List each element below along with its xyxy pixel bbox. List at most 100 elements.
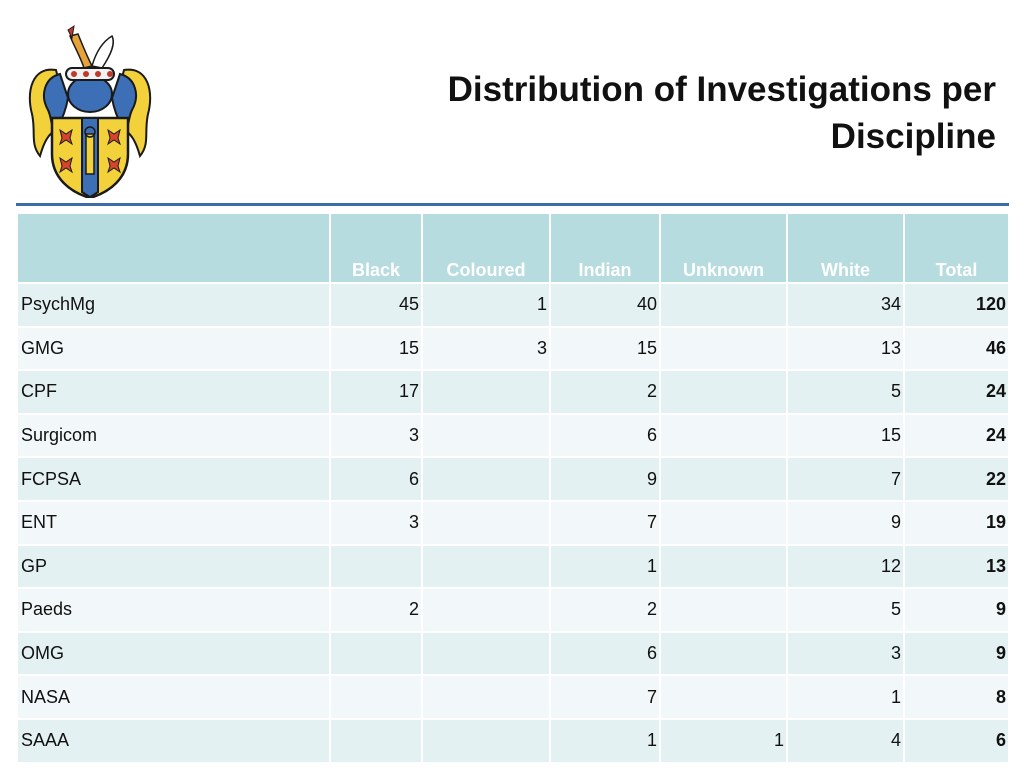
value-cell [421, 543, 551, 590]
total-cell: 120 [903, 282, 1010, 328]
slide-title: Distribution of Investigations per Disci… [356, 66, 996, 160]
value-cell: 1 [549, 543, 661, 590]
value-cell: 40 [549, 282, 661, 328]
total-cell: 24 [903, 369, 1010, 415]
value-cell [421, 369, 551, 415]
discipline-cell: Paeds [16, 587, 331, 633]
value-cell [659, 630, 788, 677]
total-cell: 46 [903, 325, 1010, 372]
value-cell: 15 [549, 325, 661, 372]
total-cell: 19 [903, 499, 1010, 546]
value-cell: 45 [329, 282, 423, 328]
value-cell [659, 543, 788, 590]
table-row: ENT 3 7 9 19 [16, 499, 1010, 546]
value-cell: 7 [786, 456, 905, 502]
table-row: NASA 7 1 8 [16, 674, 1010, 720]
title-divider [16, 203, 1009, 206]
table-row: OMG 6 3 9 [16, 630, 1010, 677]
value-cell [329, 543, 423, 590]
value-cell: 2 [549, 369, 661, 415]
column-header: Unknown [659, 212, 788, 284]
total-cell: 8 [903, 674, 1010, 720]
table-row: PsychMg 45 1 40 34 120 [16, 282, 1010, 328]
value-cell [659, 325, 788, 372]
value-cell [659, 674, 788, 720]
column-header: Coloured [421, 212, 551, 284]
crest-logo [28, 24, 152, 198]
value-cell: 6 [549, 630, 661, 677]
value-cell [421, 717, 551, 764]
value-cell [421, 674, 551, 720]
total-cell: 24 [903, 412, 1010, 459]
value-cell: 7 [549, 674, 661, 720]
table-row: Paeds 2 2 5 9 [16, 587, 1010, 633]
value-cell [329, 630, 423, 677]
value-cell [421, 630, 551, 677]
discipline-cell: GP [16, 543, 331, 590]
value-cell: 13 [786, 325, 905, 372]
value-cell: 3 [421, 325, 551, 372]
discipline-cell: GMG [16, 325, 331, 372]
total-cell: 9 [903, 630, 1010, 677]
value-cell: 1 [786, 674, 905, 720]
discipline-cell: SAAA [16, 717, 331, 764]
value-cell: 4 [786, 717, 905, 764]
value-cell: 6 [549, 412, 661, 459]
value-cell: 2 [329, 587, 423, 633]
discipline-cell: Surgicom [16, 412, 331, 459]
value-cell: 5 [786, 369, 905, 415]
value-cell: 17 [329, 369, 423, 415]
discipline-cell: PsychMg [16, 282, 331, 328]
total-cell: 9 [903, 587, 1010, 633]
value-cell: 2 [549, 587, 661, 633]
value-cell [659, 499, 788, 546]
column-header: Black [329, 212, 423, 284]
discipline-cell: OMG [16, 630, 331, 677]
discipline-cell: ENT [16, 499, 331, 546]
value-cell [421, 499, 551, 546]
column-header: White [786, 212, 905, 284]
value-cell [329, 717, 423, 764]
value-cell [421, 412, 551, 459]
value-cell [329, 674, 423, 720]
column-header: Total [903, 212, 1010, 284]
value-cell [659, 456, 788, 502]
discipline-cell: FCPSA [16, 456, 331, 502]
discipline-cell: NASA [16, 674, 331, 720]
value-cell: 12 [786, 543, 905, 590]
table-row: GP 1 12 13 [16, 543, 1010, 590]
value-cell: 15 [786, 412, 905, 459]
value-cell: 1 [659, 717, 788, 764]
slide-title-line-1: Distribution of Investigations per [447, 70, 996, 109]
value-cell [659, 369, 788, 415]
value-cell: 9 [786, 499, 905, 546]
table-row: Surgicom 3 6 15 24 [16, 412, 1010, 459]
value-cell: 6 [329, 456, 423, 502]
table-row: SAAA 1 1 4 6 [16, 717, 1010, 764]
value-cell: 1 [549, 717, 661, 764]
value-cell: 15 [329, 325, 423, 372]
total-cell: 13 [903, 543, 1010, 590]
value-cell: 9 [549, 456, 661, 502]
value-cell: 3 [329, 499, 423, 546]
value-cell: 1 [421, 282, 551, 328]
value-cell [659, 412, 788, 459]
value-cell: 7 [549, 499, 661, 546]
investigations-table: Black Coloured Indian Unknown White Tota… [16, 212, 1010, 764]
value-cell [659, 282, 788, 328]
value-cell: 3 [786, 630, 905, 677]
value-cell [421, 587, 551, 633]
value-cell: 34 [786, 282, 905, 328]
table-row: CPF 17 2 5 24 [16, 369, 1010, 415]
total-cell: 22 [903, 456, 1010, 502]
value-cell: 5 [786, 587, 905, 633]
value-cell: 3 [329, 412, 423, 459]
table-header-row: Black Coloured Indian Unknown White Tota… [16, 212, 1010, 284]
column-header [16, 212, 331, 284]
slide-title-line-2: Discipline [830, 117, 996, 156]
value-cell [421, 456, 551, 502]
table-row: FCPSA 6 9 7 22 [16, 456, 1010, 502]
value-cell [659, 587, 788, 633]
column-header: Indian [549, 212, 661, 284]
table-row: GMG 15 3 15 13 46 [16, 325, 1010, 372]
